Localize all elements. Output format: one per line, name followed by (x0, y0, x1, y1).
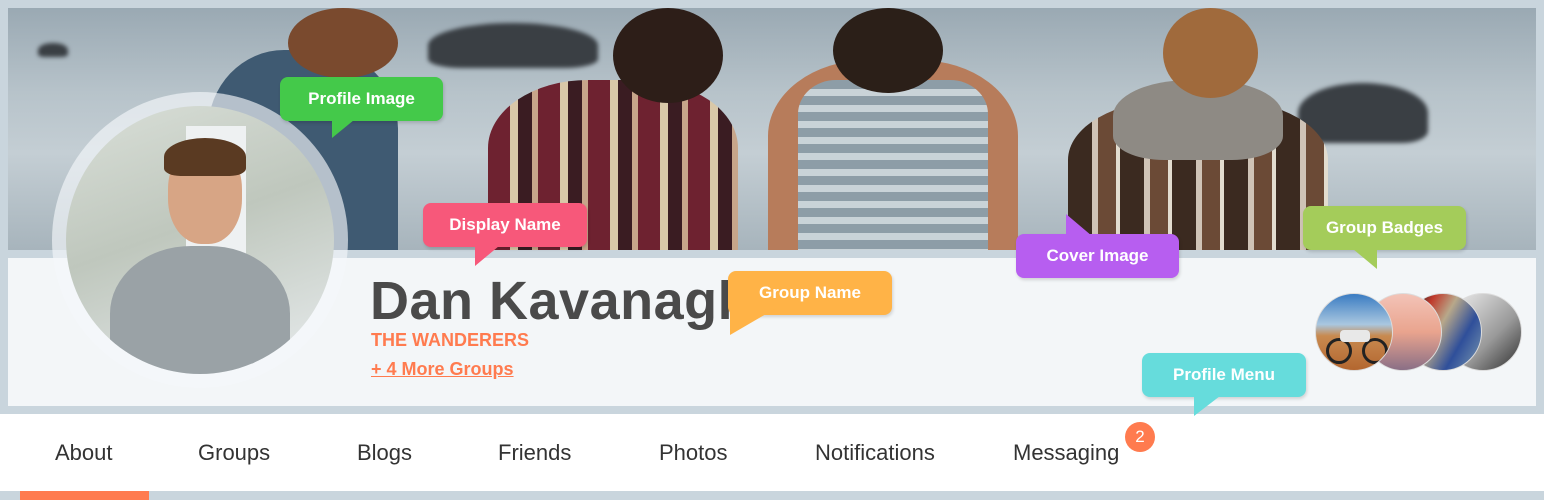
callout-tail (1066, 214, 1092, 236)
callout-label: Group Name (758, 283, 862, 302)
callout-tail (332, 120, 354, 138)
cover-rock (38, 43, 68, 57)
profile-image[interactable] (66, 106, 334, 374)
group-badge-dirt-bike[interactable] (1315, 293, 1393, 371)
callout-group-badges: Group Badges (1303, 206, 1466, 269)
callout-tail (475, 246, 499, 266)
callout-group-name: Group Name (728, 271, 892, 335)
active-tab-indicator (20, 491, 149, 500)
cover-person-head (613, 8, 723, 103)
callout-profile-image: Profile Image (280, 77, 443, 138)
callout-profile-menu: Profile Menu (1142, 353, 1306, 416)
cover-person-head (288, 8, 398, 78)
cover-person-head (1163, 8, 1258, 98)
display-name: Dan Kavanagh (370, 271, 752, 331)
tab-friends[interactable]: Friends (498, 440, 571, 466)
tab-about[interactable]: About (55, 440, 113, 466)
profile-menu: About Groups Blogs Friends Photos Notifi… (0, 414, 1544, 491)
group-name[interactable]: THE WANDERERS (371, 330, 529, 351)
callout-label: Profile Menu (1172, 365, 1275, 384)
cover-person-head (833, 8, 943, 93)
more-groups-link[interactable]: + 4 More Groups (371, 359, 514, 380)
callout-tail (730, 307, 778, 335)
callout-label: Group Badges (1325, 218, 1444, 237)
bike-body (1340, 330, 1370, 342)
callout-display-name: Display Name (423, 203, 587, 266)
avatar-shirt (110, 246, 290, 374)
cover-rock (428, 23, 598, 68)
tab-photos[interactable]: Photos (659, 440, 728, 466)
tab-blogs[interactable]: Blogs (357, 440, 412, 466)
callout-tail (1194, 396, 1220, 416)
callout-label: Display Name (449, 215, 561, 234)
messaging-count-badge: 2 (1125, 422, 1155, 452)
callout-label: Cover Image (1046, 246, 1149, 265)
tab-messaging[interactable]: Messaging (1013, 440, 1119, 466)
cover-person-tank (798, 80, 988, 250)
tab-notifications[interactable]: Notifications (815, 440, 935, 466)
callout-tail (1353, 249, 1377, 269)
callout-label: Profile Image (308, 89, 415, 108)
tab-groups[interactable]: Groups (198, 440, 270, 466)
avatar-hair (164, 138, 246, 176)
callout-cover-image: Cover Image (1016, 214, 1179, 278)
